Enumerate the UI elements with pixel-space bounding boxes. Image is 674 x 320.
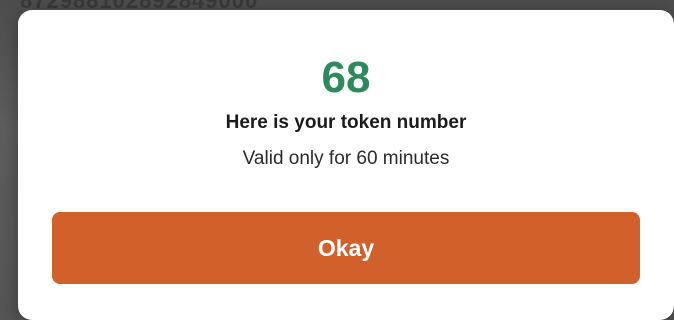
- token-number: 68: [321, 53, 371, 102]
- okay-button[interactable]: Okay: [52, 212, 640, 284]
- token-title: Here is your token number: [225, 112, 467, 133]
- token-validity-text: Valid only for 60 minutes: [242, 148, 450, 169]
- token-dialog: 68 Here is your token number Valid only …: [18, 10, 674, 320]
